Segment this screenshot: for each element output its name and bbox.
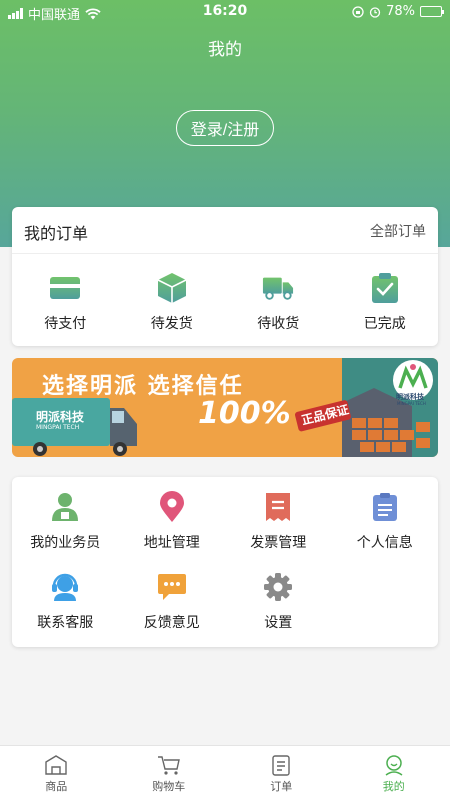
location-pin-icon — [156, 491, 188, 523]
order-status-label: 待收货 — [257, 316, 300, 332]
order-status-pending-shipment[interactable]: 待发货 — [119, 254, 226, 346]
order-status-completed[interactable]: 已完成 — [332, 254, 439, 346]
services-card: 我的业务员 地址管理 发票管理 个人信息 联系客服 反馈意见 设置 — [12, 477, 438, 647]
menu-label: 联系客服 — [37, 615, 94, 631]
login-register-button[interactable]: 登录/注册 — [176, 110, 274, 146]
user-face-icon — [385, 755, 403, 776]
menu-feedback[interactable]: 反馈意见 — [119, 571, 226, 651]
banner-percent: 100% — [198, 396, 291, 431]
menu-my-salesperson[interactable]: 我的业务员 — [12, 491, 119, 571]
headset-icon — [49, 571, 81, 603]
tab-label: 我的 — [382, 780, 405, 793]
banner-logo-brand-en: MINGPAI TECH — [397, 401, 426, 406]
my-orders-card: 我的订单 全部订单 待支付 待发货 待收货 已完成 — [12, 207, 438, 346]
order-icon — [272, 755, 290, 776]
menu-label: 地址管理 — [143, 535, 200, 551]
banner-truck-brand-en: MINGPAI TECH — [36, 424, 80, 431]
menu-personal-info[interactable]: 个人信息 — [332, 491, 439, 571]
cart-icon — [157, 756, 180, 775]
card-icon — [49, 272, 81, 304]
invoice-icon — [262, 491, 294, 523]
feedback-icon — [156, 571, 188, 603]
order-status-label: 待发货 — [150, 316, 193, 332]
order-status-label: 已完成 — [363, 316, 406, 332]
menu-settings[interactable]: 设置 — [225, 571, 332, 651]
clipboard-check-icon — [369, 272, 401, 304]
truck-icon — [262, 272, 294, 304]
menu-label: 我的业务员 — [30, 535, 101, 551]
tab-label: 购物车 — [152, 780, 186, 793]
store-icon — [45, 755, 67, 775]
orders-header: 我的订单 全部订单 — [12, 207, 438, 254]
alarm-icon — [369, 6, 381, 18]
tab-label: 订单 — [270, 780, 293, 793]
tab-products[interactable]: 商品 — [0, 746, 113, 800]
menu-label: 设置 — [264, 615, 293, 631]
tab-cart[interactable]: 购物车 — [113, 746, 226, 800]
orders-title: 我的订单 — [24, 224, 89, 243]
banner-truck-brand: 明派科技 — [36, 410, 85, 424]
salesperson-icon — [49, 491, 81, 523]
menu-label: 发票管理 — [250, 535, 307, 551]
page-title: 我的 — [208, 40, 242, 60]
order-status-label: 待支付 — [44, 316, 87, 332]
battery-percent: 78% — [386, 4, 415, 19]
box-icon — [156, 272, 188, 304]
bottom-tab-bar: 商品 购物车 订单 我的 — [0, 745, 450, 800]
profile-doc-icon — [369, 491, 401, 523]
rotation-lock-icon — [352, 5, 364, 18]
battery-icon — [420, 6, 444, 17]
tab-mine[interactable]: 我的 — [338, 746, 450, 800]
menu-address-management[interactable]: 地址管理 — [119, 491, 226, 571]
promo-banner[interactable]: 选择明派 选择信任 100% 正品保证 明派科技 MINGPAI TECH 明派… — [12, 358, 438, 457]
menu-contact-support[interactable]: 联系客服 — [12, 571, 119, 651]
menu-label: 反馈意见 — [143, 615, 200, 631]
menu-invoice-management[interactable]: 发票管理 — [225, 491, 332, 571]
order-status-pending-receipt[interactable]: 待收货 — [225, 254, 332, 346]
order-status-pending-payment[interactable]: 待支付 — [12, 254, 119, 346]
status-bar: 中国联通 16:20 78% — [0, 0, 450, 24]
tab-label: 商品 — [45, 780, 68, 793]
tab-orders[interactable]: 订单 — [225, 746, 338, 800]
all-orders-link[interactable]: 全部订单 — [370, 221, 426, 241]
gear-icon — [262, 571, 294, 603]
menu-label: 个人信息 — [356, 535, 413, 551]
